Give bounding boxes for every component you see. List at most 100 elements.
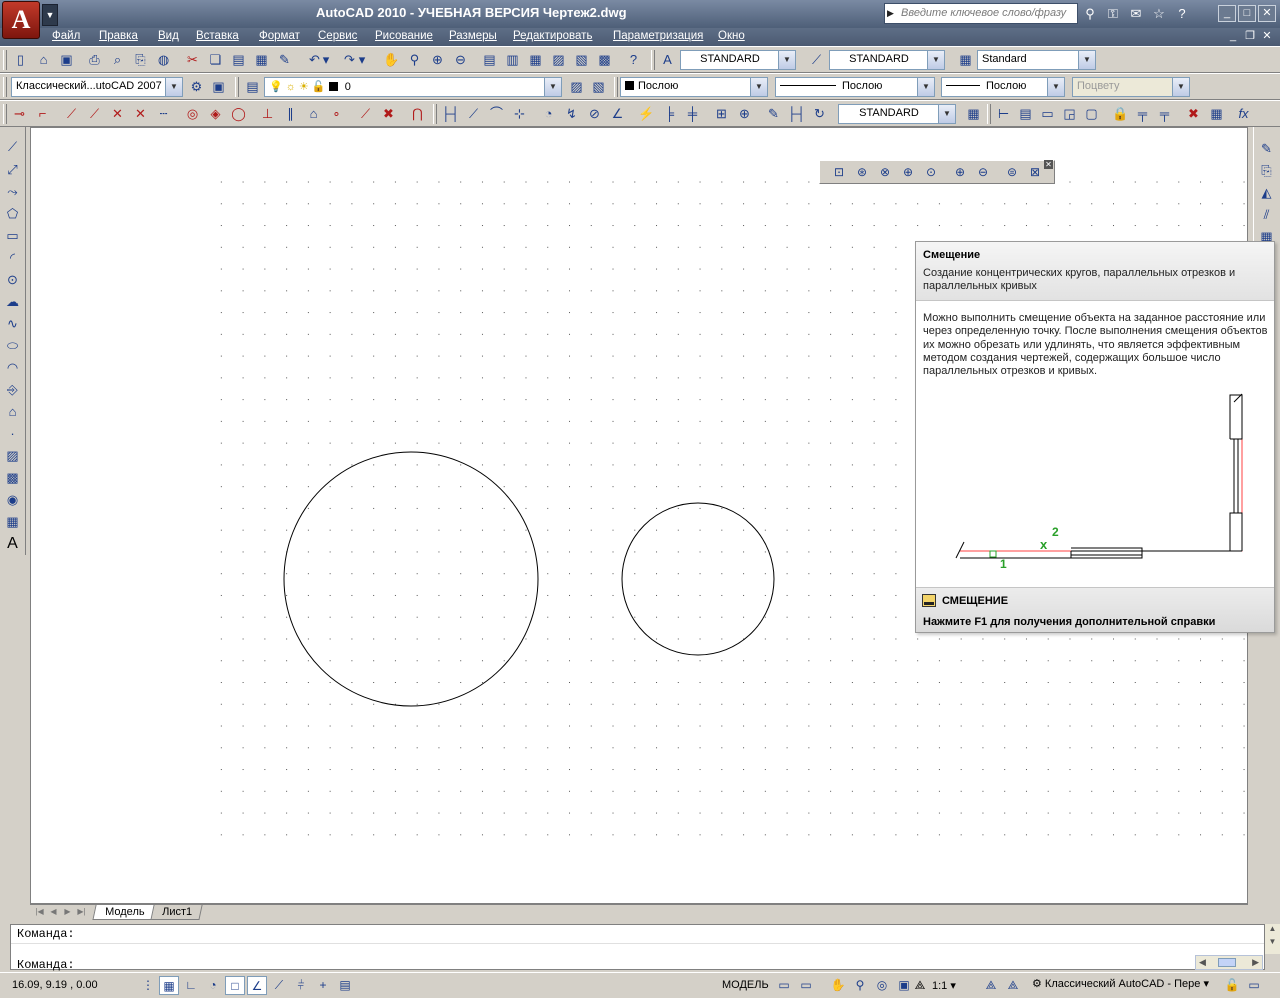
- command-window[interactable]: Команда: Команда:: [10, 924, 1265, 972]
- toolbar-grip[interactable]: [3, 50, 7, 70]
- construction-line-icon[interactable]: ⤢: [2, 160, 23, 180]
- rectangle-icon[interactable]: ▭: [2, 226, 23, 246]
- dim-style-select[interactable]: STANDARD ▼: [829, 50, 945, 70]
- toolbar-grip[interactable]: [614, 77, 618, 97]
- workspace-select[interactable]: Классический...utoCAD 2007 ▼: [11, 77, 183, 97]
- toolbar-grip[interactable]: [235, 77, 239, 97]
- snap-insert-icon[interactable]: ⌂: [303, 104, 324, 124]
- snap-none-icon[interactable]: ✖: [378, 104, 399, 124]
- grid-display-icon[interactable]: ▦: [159, 976, 179, 995]
- coordinate-readout[interactable]: 16.09, 9.19 , 0.00: [12, 979, 98, 991]
- tab-prev-icon[interactable]: ◀: [47, 906, 60, 918]
- dim-diameter-icon[interactable]: ⊘: [584, 104, 605, 124]
- scroll-right-icon[interactable]: ▶: [1252, 957, 1259, 968]
- cut-icon[interactable]: ✂: [182, 50, 203, 70]
- qnew-icon[interactable]: ▯: [10, 50, 31, 70]
- tab-first-icon[interactable]: |◀: [33, 906, 46, 918]
- polygon-icon[interactable]: ⬠: [2, 204, 23, 224]
- layer-on-icon[interactable]: 💡: [269, 81, 283, 93]
- dynamic-ucs-icon[interactable]: ⟋: [269, 976, 289, 995]
- dim-continue-icon[interactable]: ╪: [682, 104, 703, 124]
- lock-constraint-icon[interactable]: 🔒: [1110, 104, 1131, 124]
- chevron-down-icon[interactable]: ▼: [917, 78, 934, 96]
- zoom-window-icon[interactable]: ⊕: [427, 50, 448, 70]
- zoom-in-icon[interactable]: ⊕: [950, 163, 970, 182]
- dim-arc-icon[interactable]: ⌒: [486, 104, 507, 124]
- menu-draw[interactable]: Рисование: [375, 30, 433, 42]
- snap-from-icon[interactable]: ⌐: [32, 104, 53, 124]
- snap-apparent-intersection-icon[interactable]: ✕: [130, 104, 151, 124]
- toolbar-lock-icon[interactable]: 🔓: [1222, 976, 1242, 995]
- layer-freeze-icon[interactable]: ☼: [286, 81, 296, 93]
- param-icon-6[interactable]: ╤: [1154, 104, 1175, 124]
- copy-icon[interactable]: ❏: [205, 50, 226, 70]
- menu-tools[interactable]: Сервис: [318, 30, 357, 42]
- snap-quadrant-icon[interactable]: ◈: [205, 104, 226, 124]
- layer-freeze-viewport-icon[interactable]: ☀: [299, 81, 309, 93]
- workspace-save-icon[interactable]: ▣: [208, 77, 229, 97]
- block-editor-icon[interactable]: ✎: [274, 50, 295, 70]
- insert-block-icon[interactable]: ⎆: [2, 380, 23, 400]
- snap-parallel-icon[interactable]: ∥: [280, 104, 301, 124]
- scroll-down-icon[interactable]: ▼: [1265, 937, 1280, 946]
- design-center-icon[interactable]: ▥: [502, 50, 523, 70]
- dim-baseline-icon[interactable]: ╞: [659, 104, 680, 124]
- table-icon[interactable]: ▦: [2, 512, 23, 532]
- toolbar-grip[interactable]: [3, 77, 7, 97]
- ellipse-arc-icon[interactable]: ◠: [2, 358, 23, 378]
- favorites-star-icon[interactable]: ☆: [1149, 4, 1169, 24]
- make-block-icon[interactable]: ⌂: [2, 402, 23, 422]
- open-icon[interactable]: ⌂: [33, 50, 54, 70]
- tab-last-icon[interactable]: ▶|: [75, 906, 88, 918]
- chevron-down-icon[interactable]: ▼: [927, 51, 944, 69]
- dim-angular-icon[interactable]: ∠: [607, 104, 628, 124]
- zoom-dynamic-icon[interactable]: ⊛: [852, 163, 872, 182]
- line-icon[interactable]: ⟋: [2, 137, 23, 157]
- copy-object-icon[interactable]: ⎘: [1256, 161, 1277, 181]
- dim-style-select-2[interactable]: STANDARD ▼: [838, 104, 956, 124]
- dim-style-icon[interactable]: ⟋: [806, 50, 827, 70]
- infocenter-search-input[interactable]: ▶ Введите ключевое слово/фразу: [884, 3, 1078, 24]
- multiline-text-icon[interactable]: A: [2, 534, 23, 554]
- menu-window[interactable]: Окно: [718, 30, 745, 42]
- region-icon[interactable]: ◉: [2, 490, 23, 510]
- dim-aligned-icon[interactable]: ⟋: [463, 104, 484, 124]
- annotation-visibility-icon[interactable]: ⟁: [981, 976, 1001, 995]
- zoom-scale-icon[interactable]: ⊗: [875, 163, 895, 182]
- menu-modify[interactable]: Редактировать: [513, 30, 592, 42]
- dynamic-input-icon[interactable]: ⫩: [291, 976, 311, 995]
- quickcalc-icon[interactable]: ▩: [594, 50, 615, 70]
- tab-layout1[interactable]: Лист1: [149, 905, 203, 920]
- delete-constraints-icon[interactable]: ✖: [1183, 104, 1204, 124]
- dim-radius-icon[interactable]: ◔: [538, 104, 559, 124]
- close-button[interactable]: ✕: [1258, 5, 1276, 22]
- hatch-icon[interactable]: ▨: [2, 446, 23, 466]
- menu-edit[interactable]: Правка: [99, 30, 138, 42]
- scroll-thumb[interactable]: [1218, 958, 1236, 967]
- scroll-left-icon[interactable]: ◀: [1199, 957, 1206, 968]
- doc-minimize-button[interactable]: _: [1226, 29, 1240, 43]
- tolerance-icon[interactable]: ⊞: [711, 104, 732, 124]
- menu-view[interactable]: Вид: [158, 30, 179, 42]
- lineweight-toggle-icon[interactable]: +: [313, 976, 333, 995]
- parameters-manager-icon[interactable]: fx: [1233, 104, 1254, 124]
- publish-icon[interactable]: ⎘: [130, 50, 151, 70]
- layer-lock-icon[interactable]: 🔓: [312, 81, 326, 93]
- markup-icon[interactable]: ▧: [571, 50, 592, 70]
- layer-previous-icon[interactable]: ▧: [588, 77, 609, 97]
- snap-extension-icon[interactable]: ┄: [153, 104, 174, 124]
- command-scrollbar[interactable]: ▲ ▼: [1265, 924, 1280, 954]
- doc-close-button[interactable]: ✕: [1260, 29, 1274, 43]
- zoom-out-icon[interactable]: ⊖: [973, 163, 993, 182]
- chevron-down-icon[interactable]: ▼: [1078, 51, 1095, 69]
- workspace-switch[interactable]: ⚙ Классический AutoCAD - Пере ▾: [1032, 977, 1209, 990]
- 3d-dwf-icon[interactable]: ◍: [153, 50, 174, 70]
- osnap-settings-icon[interactable]: ⋂: [407, 104, 428, 124]
- text-style-icon[interactable]: A: [657, 50, 678, 70]
- binoculars-icon[interactable]: ⚲: [1080, 4, 1100, 24]
- zoom-window-icon[interactable]: ⊡: [829, 163, 849, 182]
- dim-text-edit-icon[interactable]: ├┤: [786, 104, 807, 124]
- dim-ordinate-icon[interactable]: ⊹: [509, 104, 530, 124]
- command-prompt[interactable]: Команда:: [17, 958, 75, 972]
- help-icon[interactable]: ?: [1172, 4, 1192, 24]
